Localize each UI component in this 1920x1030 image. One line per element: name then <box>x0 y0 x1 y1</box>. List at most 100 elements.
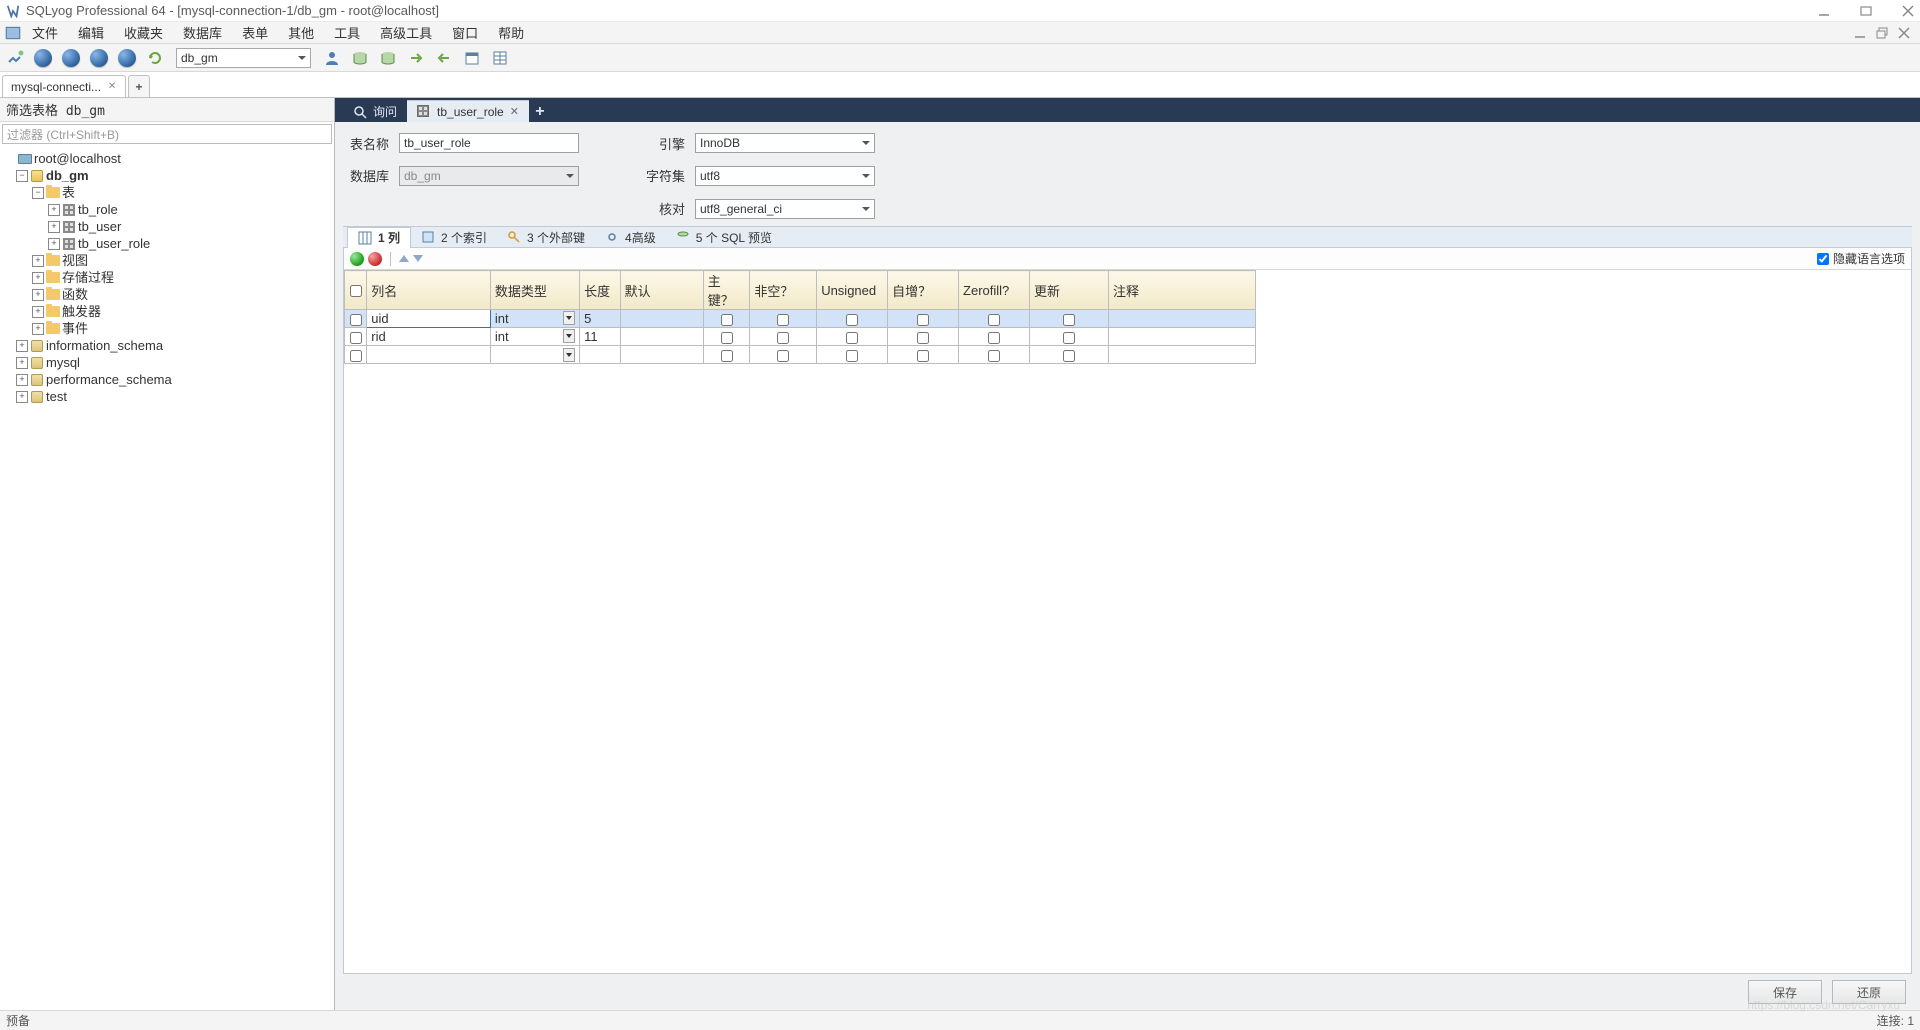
cell-col-name[interactable]: rid <box>367 328 491 346</box>
col-unsigned[interactable]: Unsigned <box>817 271 888 310</box>
tree-views-folder[interactable]: 视图 <box>62 252 88 269</box>
connection-tab[interactable]: mysql-connecti... ✕ <box>2 75 126 97</box>
close-button[interactable] <box>1902 5 1914 17</box>
subtab-indexes[interactable]: 2 个索引 <box>411 226 497 248</box>
subtab-advanced[interactable]: 4高级 <box>595 226 666 248</box>
dropdown-icon[interactable] <box>563 311 575 325</box>
dropdown-icon[interactable] <box>563 329 575 343</box>
close-icon[interactable]: ✕ <box>107 82 117 92</box>
expand-icon[interactable]: + <box>48 238 60 250</box>
tree-db-item[interactable]: information_schema <box>46 337 163 354</box>
mdi-close-icon[interactable] <box>1898 27 1910 39</box>
collapse-icon[interactable]: − <box>16 170 28 182</box>
menu-edit[interactable]: 编辑 <box>68 21 114 44</box>
tree-db-item[interactable]: mysql <box>46 354 80 371</box>
expand-icon[interactable]: + <box>16 357 28 369</box>
tree-db[interactable]: db_gm <box>46 167 89 184</box>
remove-row-icon[interactable] <box>368 252 382 266</box>
cell-pk[interactable] <box>721 332 733 344</box>
cell-pk[interactable] <box>721 350 733 362</box>
tree-root[interactable]: root@localhost <box>34 150 121 167</box>
row-checkbox[interactable] <box>350 350 362 362</box>
cell-datatype[interactable] <box>490 346 579 364</box>
cell-pk[interactable] <box>721 314 733 326</box>
cell-update[interactable] <box>1063 314 1075 326</box>
expand-icon[interactable]: + <box>32 323 44 335</box>
move-down-icon[interactable] <box>413 255 423 262</box>
cell-comment[interactable] <box>1108 328 1255 346</box>
col-default[interactable]: 默认 <box>620 271 703 310</box>
expand-icon[interactable]: + <box>16 374 28 386</box>
tree-table-item[interactable]: tb_role <box>78 201 118 218</box>
collapse-icon[interactable]: − <box>32 187 44 199</box>
cell-autoincr[interactable] <box>917 350 929 362</box>
toolbar-db-icon-2[interactable] <box>377 47 399 69</box>
toolbar-sphere-1[interactable] <box>32 47 54 69</box>
database-selector[interactable]: db_gm <box>176 48 311 68</box>
col-comment[interactable]: 注释 <box>1108 271 1255 310</box>
expand-icon[interactable]: + <box>32 289 44 301</box>
cell-autoincr[interactable] <box>917 314 929 326</box>
tree-table-item[interactable]: tb_user_role <box>78 235 150 252</box>
menu-powertools[interactable]: 高级工具 <box>370 21 442 44</box>
cell-zerofill[interactable] <box>988 314 1000 326</box>
combo-charset[interactable]: utf8 <box>695 166 875 186</box>
expand-icon[interactable]: + <box>32 272 44 284</box>
expand-icon[interactable]: + <box>16 340 28 352</box>
cell-col-name[interactable] <box>367 346 491 364</box>
add-row-icon[interactable] <box>350 252 364 266</box>
cell-length[interactable] <box>580 346 621 364</box>
toolbar-sphere-2[interactable] <box>60 47 82 69</box>
col-autoincr[interactable]: 自增？ <box>888 271 959 310</box>
toolbar-sphere-3[interactable] <box>88 47 110 69</box>
expand-icon[interactable]: + <box>32 306 44 318</box>
hide-language-options[interactable]: 隐藏语言选项 <box>1817 250 1905 267</box>
menu-table[interactable]: 表单 <box>232 21 278 44</box>
toolbar-grid-icon[interactable] <box>489 47 511 69</box>
cell-comment[interactable] <box>1108 310 1255 328</box>
subtab-foreign-keys[interactable]: 3 个外部键 <box>497 226 595 248</box>
close-icon[interactable]: ✕ <box>510 105 519 118</box>
cell-col-name[interactable]: uid <box>367 310 491 328</box>
tree-funcs-folder[interactable]: 函数 <box>62 286 88 303</box>
toolbar-sphere-4[interactable] <box>116 47 138 69</box>
new-connection-icon[interactable] <box>4 47 26 69</box>
select-all-checkbox[interactable] <box>350 285 362 297</box>
col-notnull[interactable]: 非空？ <box>750 271 817 310</box>
col-name[interactable]: 列名 <box>367 271 491 310</box>
expand-icon[interactable]: + <box>32 255 44 267</box>
tab-table-editor[interactable]: tb_user_role ✕ <box>407 100 529 122</box>
mdi-minimize-icon[interactable] <box>1854 27 1866 39</box>
menu-window[interactable]: 窗口 <box>442 21 488 44</box>
minimize-button[interactable] <box>1818 5 1830 17</box>
menu-database[interactable]: 数据库 <box>173 21 232 44</box>
cell-zerofill[interactable] <box>988 350 1000 362</box>
cell-datatype[interactable]: int <box>490 328 579 346</box>
col-zerofill[interactable]: Zerofill? <box>959 271 1030 310</box>
row-checkbox[interactable] <box>350 332 362 344</box>
toolbar-db-icon-1[interactable] <box>349 47 371 69</box>
menu-tools[interactable]: 工具 <box>324 21 370 44</box>
expand-icon[interactable]: + <box>16 391 28 403</box>
tree-triggers-folder[interactable]: 触发器 <box>62 303 101 320</box>
cell-unsigned[interactable] <box>846 314 858 326</box>
col-length[interactable]: 长度 <box>580 271 621 310</box>
subtab-sql-preview[interactable]: 5 个 SQL 预览 <box>666 226 782 248</box>
hide-language-checkbox[interactable] <box>1817 253 1829 265</box>
cell-zerofill[interactable] <box>988 332 1000 344</box>
cell-autoincr[interactable] <box>917 332 929 344</box>
filter-input[interactable]: 过滤器 (Ctrl+Shift+B) <box>2 124 332 144</box>
add-editor-tab[interactable]: + <box>529 100 551 122</box>
maximize-button[interactable] <box>1860 5 1872 17</box>
cell-length[interactable]: 5 <box>580 310 621 328</box>
cell-notnull[interactable] <box>777 332 789 344</box>
toolbar-arrow-2[interactable] <box>433 47 455 69</box>
table-row[interactable] <box>345 346 1256 364</box>
table-row[interactable]: uid int 5 <box>345 310 1256 328</box>
menu-others[interactable]: 其他 <box>278 21 324 44</box>
cell-notnull[interactable] <box>777 314 789 326</box>
cell-unsigned[interactable] <box>846 350 858 362</box>
menu-favorites[interactable]: 收藏夹 <box>114 21 173 44</box>
table-row[interactable]: rid int 11 <box>345 328 1256 346</box>
cell-update[interactable] <box>1063 350 1075 362</box>
